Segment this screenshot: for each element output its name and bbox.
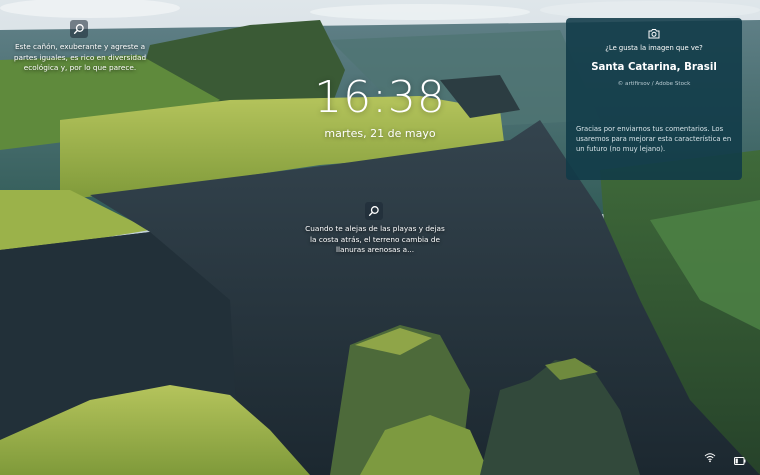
wifi-icon[interactable] <box>704 448 716 467</box>
feedback-thanks: Gracias por enviarnos tus comentarios. L… <box>576 125 732 153</box>
search-icon <box>73 24 84 35</box>
hotspot-2-text[interactable]: Cuando te alejas de las playas y dejas l… <box>298 224 452 256</box>
battery-icon[interactable] <box>734 450 746 469</box>
image-hotspot-2[interactable] <box>365 202 383 220</box>
image-hotspot-1[interactable] <box>70 20 88 38</box>
camera-icon[interactable] <box>648 24 660 43</box>
hotspot-1-text[interactable]: Este cañón, exuberante y agreste a parte… <box>10 42 150 74</box>
image-info-panel: ¿Le gusta la imagen que ve? Santa Catari… <box>566 18 742 180</box>
search-icon <box>368 206 379 217</box>
image-credit: © artifirsov / Adobe Stock <box>617 81 691 87</box>
battery-level <box>735 458 738 464</box>
feedback-question: ¿Le gusta la imagen que ve? <box>605 44 703 52</box>
image-location[interactable]: Santa Catarina, Brasil <box>566 62 742 73</box>
